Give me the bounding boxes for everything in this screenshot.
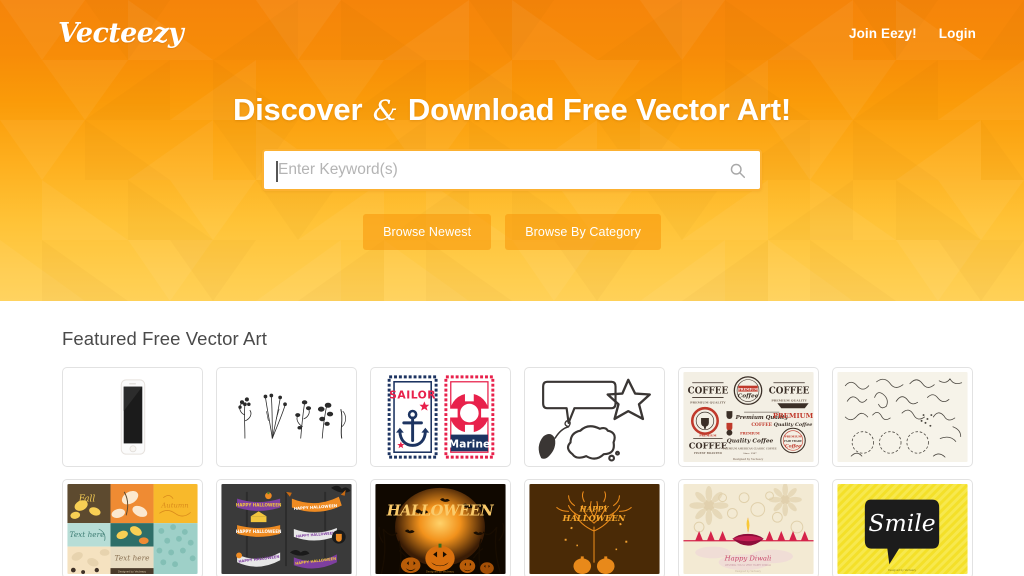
svg-text:PREMIUM: PREMIUM	[784, 435, 802, 439]
browse-newest-button[interactable]: Browse Newest	[363, 214, 492, 250]
ornament-flourishes-illustration	[837, 372, 968, 462]
svg-text:PREMIUM: PREMIUM	[738, 387, 758, 391]
halloween-night-scene-illustration: HALLOWEEN Designed by Vecteezy	[375, 484, 506, 574]
svg-text:PREMIUM QUALITY: PREMIUM QUALITY	[771, 398, 807, 402]
svg-text:COFFEE: COFFEE	[688, 387, 729, 397]
thumb-coffee-labels[interactable]: COFFEE PREMIUM QUALITY PREMIUM Coffee CO…	[678, 367, 819, 467]
speech-bubble-sketch-illustration	[529, 372, 660, 462]
hero-banner: Vecteezy Join Eezy! Login Discover & Dow…	[0, 0, 1024, 301]
svg-text:PREMIUM: PREMIUM	[773, 412, 814, 420]
thumb-floral-sketches[interactable]	[216, 367, 357, 467]
svg-text:PREMIUM: PREMIUM	[740, 432, 760, 436]
thumb-smile-speech-bubble[interactable]: Smile Designed by Vecteezy	[832, 479, 973, 576]
text-caret	[276, 161, 278, 182]
floral-sketch-illustration	[221, 372, 352, 462]
login-link[interactable]: Login	[939, 26, 976, 41]
svg-text:HALLOWEEN: HALLOWEEN	[386, 502, 494, 519]
search-submit-button[interactable]	[720, 151, 754, 189]
svg-text:SAILOR: SAILOR	[389, 388, 436, 401]
headline-ampersand: &	[372, 94, 398, 127]
page-title: Discover & Download Free Vector Art!	[0, 92, 1024, 128]
svg-text:Designed by Vecteezy: Designed by Vecteezy	[733, 458, 764, 461]
svg-text:Coffee: Coffee	[738, 392, 759, 399]
top-navigation-bar: Vecteezy Join Eezy! Login	[0, 0, 1024, 54]
site-logo[interactable]: Vecteezy	[58, 18, 184, 49]
svg-text:WISHING YOU A VERY HAPPY DIWAL: WISHING YOU A VERY HAPPY DIWALI	[725, 563, 771, 567]
smile-lettering-illustration: Smile Designed by Vecteezy	[837, 484, 968, 574]
svg-text:HAPPY HALLOWEEN: HAPPY HALLOWEEN	[236, 503, 282, 508]
thumb-sailor-marine-stamps[interactable]: SAILOR Marine	[370, 367, 511, 467]
svg-text:Quality Coffee: Quality Coffee	[727, 437, 774, 444]
hero-button-group: Browse Newest Browse By Category	[0, 214, 1024, 250]
hero-content: Discover & Download Free Vector Art! Bro…	[0, 54, 1024, 250]
thumb-speech-bubbles[interactable]	[524, 367, 665, 467]
svg-text:Happy Diwali: Happy Diwali	[724, 554, 772, 562]
coffee-labels-illustration: COFFEE PREMIUM QUALITY PREMIUM Coffee CO…	[683, 372, 814, 462]
top-nav-links: Join Eezy! Login	[849, 26, 1000, 41]
svg-text:Designed by Vecteezy: Designed by Vecteezy	[426, 570, 455, 574]
nautical-stamps-illustration: SAILOR Marine	[375, 372, 506, 462]
svg-text:Quality Coffee: Quality Coffee	[774, 422, 813, 428]
happy-diwali-illustration: Happy Diwali WISHING YOU A VERY HAPPY DI…	[683, 484, 814, 574]
headline-part-1: Discover	[232, 92, 363, 127]
svg-text:Coffee: Coffee	[785, 443, 801, 449]
svg-text:Text here: Text here	[70, 530, 105, 539]
fall-autumn-patterns-illustration: Fall Autumn Text here Text here Designed…	[67, 484, 198, 574]
thumb-happy-diwali[interactable]: Happy Diwali WISHING YOU A VERY HAPPY DI…	[678, 479, 819, 576]
svg-text:Designed by Vecteezy: Designed by Vecteezy	[888, 568, 917, 572]
thumb-fall-autumn-patterns[interactable]: Fall Autumn Text here Text here Designed…	[62, 479, 203, 576]
svg-text:FAIR TRADE: FAIR TRADE	[784, 440, 802, 443]
svg-text:HAPPY HALLOWEEN: HAPPY HALLOWEEN	[236, 529, 282, 534]
svg-text:COFFEE: COFFEE	[689, 440, 727, 450]
svg-text:Smile: Smile	[868, 509, 935, 537]
svg-text:COFFEE: COFFEE	[769, 387, 810, 397]
svg-text:PREMIUM QUALITY: PREMIUM QUALITY	[690, 400, 726, 404]
thumb-halloween-moon-scene[interactable]: HALLOWEEN Designed by Vecteezy	[370, 479, 511, 576]
svg-text:Fall: Fall	[78, 495, 96, 505]
smartphone-illustration	[67, 372, 198, 462]
section-title: Featured Free Vector Art	[62, 328, 267, 349]
featured-section: Featured Free Vector Art SAILOR Marine C…	[0, 301, 1024, 576]
halloween-tree-illustration: HAPPY HALLOWEEN	[529, 484, 660, 574]
svg-text:Autumn: Autumn	[160, 501, 188, 509]
svg-text:FINEST ROASTED: FINEST ROASTED	[694, 451, 722, 455]
thumb-white-smartphone[interactable]	[62, 367, 203, 467]
thumb-halloween-banners[interactable]: HAPPY HALLOWEEN HAPPY HALLOWEEN HAPPY HA…	[216, 479, 357, 576]
halloween-banners-illustration: HAPPY HALLOWEEN HAPPY HALLOWEEN HAPPY HA…	[221, 484, 352, 574]
svg-text:Designed by Vecteezy: Designed by Vecteezy	[118, 570, 147, 574]
browse-by-category-button[interactable]: Browse By Category	[505, 214, 661, 250]
svg-text:Text here: Text here	[115, 553, 150, 562]
svg-text:PREMIUM: PREMIUM	[699, 434, 717, 438]
svg-text:HAPPY: HAPPY	[579, 504, 610, 513]
featured-grid: SAILOR Marine COFFEE PREMIUM QUALITY PRE…	[62, 367, 974, 576]
svg-text:HALLOWEEN: HALLOWEEN	[562, 513, 626, 523]
svg-text:PREMIUM AMERICAN CLASSIC COFFE: PREMIUM AMERICAN CLASSIC COFFEE	[723, 447, 777, 450]
thumb-ornament-flourishes[interactable]	[832, 367, 973, 467]
headline-part-2: Download Free Vector Art!	[407, 92, 792, 127]
svg-text:COFFEE: COFFEE	[751, 422, 772, 428]
search-icon	[730, 163, 745, 178]
join-eezy-link[interactable]: Join Eezy!	[849, 26, 917, 41]
search-input[interactable]	[264, 151, 760, 189]
svg-text:Designed by Vecteezy: Designed by Vecteezy	[735, 570, 761, 573]
svg-text:Since 1987: Since 1987	[743, 452, 757, 455]
svg-text:Marine: Marine	[448, 437, 490, 450]
thumb-halloween-tree[interactable]: HAPPY HALLOWEEN	[524, 479, 665, 576]
search-bar[interactable]	[262, 149, 762, 191]
